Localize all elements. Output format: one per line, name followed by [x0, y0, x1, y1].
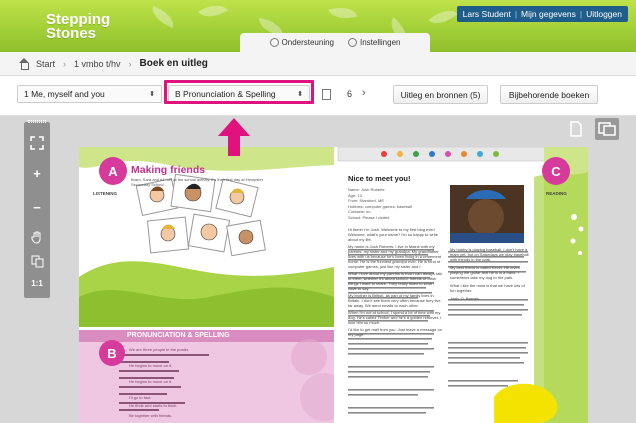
user-bar: Lars Student | Mijn gegevens | Uitloggen [456, 6, 628, 22]
section-b-line: He finds and starts to think. [129, 403, 178, 408]
section-c-badge: C [542, 157, 570, 185]
copy-icon [31, 255, 43, 267]
single-page-button[interactable] [567, 118, 585, 140]
zoom-out-button[interactable]: − [24, 196, 50, 218]
section-b-line: I'll go to fast. [129, 395, 152, 400]
minus-icon: − [33, 199, 41, 215]
hand-icon [31, 231, 41, 244]
side-paragraph: Josh: O. Barnes [450, 296, 479, 301]
breadcrumb-current: Boek en uitleg [139, 58, 208, 69]
plus-icon: + [33, 165, 41, 181]
breadcrumb: Start › 1 vmbo t/hv › Boek en uitleg [0, 52, 636, 76]
gear-icon [348, 38, 357, 47]
left-page-art [79, 147, 334, 423]
leaf-decoration [428, 3, 458, 31]
side-paragraph: My best friend is called Kevin. He loves… [450, 265, 520, 280]
app-header: Stepping Stones Lars Student | Mijn gege… [0, 0, 636, 52]
related-books-button[interactable]: Bijbehorende boeken [500, 85, 598, 104]
pan-button[interactable] [24, 226, 50, 248]
settings-label: Instellingen [360, 38, 401, 47]
section-b-line: He begins to move on it. [129, 379, 173, 384]
viewer-tools: + − 1:1 [24, 120, 50, 298]
logout-link[interactable]: Uitloggen [586, 9, 622, 19]
double-page-icon [598, 122, 616, 136]
actual-size-button[interactable]: 1:1 [24, 272, 50, 294]
article-title: Nice to meet you! [348, 174, 411, 183]
profile-line: School: Please I visited [348, 214, 390, 220]
support-icon [269, 38, 279, 47]
article-paragraph: Hi there! I'm Josh. Welcome to my first … [348, 227, 438, 242]
logo[interactable]: Stepping Stones [46, 12, 110, 42]
section-c-tag: READING [546, 191, 567, 196]
user-name-link[interactable]: Lars Student [463, 9, 511, 19]
chapter-select[interactable]: 1 Me, myself and you ⬍ [17, 85, 162, 103]
support-link[interactable]: Ondersteuning [269, 38, 334, 47]
breadcrumb-start[interactable]: Start [36, 59, 55, 69]
double-page-button[interactable] [595, 118, 619, 140]
arrow-up-icon [218, 118, 250, 156]
side-paragraph: What I like the most is that we have lot… [450, 283, 525, 293]
single-page-icon [570, 121, 582, 137]
support-label: Ondersteuning [281, 38, 334, 47]
article-body: Hi there! I'm Josh. Welcome to my first … [348, 227, 443, 405]
article-paragraph: When I'm not at school, I spend a lot of… [348, 310, 442, 325]
utility-tabs: Ondersteuning Instellingen [240, 33, 430, 52]
separator: | [514, 9, 518, 19]
section-b-line: We are three people in the poster. [129, 347, 190, 352]
section-a-intro: Bram, Sara and Ali met at the school act… [131, 177, 264, 187]
side-column: My hobby is playing baseball. I don't ha… [450, 247, 530, 397]
article-paragraph: My name is Josh Roberts. I live in Maine… [348, 244, 442, 269]
my-details-link[interactable]: Mijn gegevens [521, 9, 576, 19]
article-paragraph: I'd like to get mail from you. Just leav… [348, 327, 442, 337]
side-paragraph: My hobby is playing baseball. I don't ha… [450, 247, 529, 262]
fullscreen-button[interactable] [24, 132, 50, 154]
home-icon[interactable] [18, 57, 30, 70]
section-b-line: He begins to move on it. [129, 363, 173, 368]
book-page-left: A Making friends Bram, Sara and Ali met … [79, 147, 334, 423]
page-number: 6 [347, 89, 353, 99]
select-arrows-icon: ⬍ [149, 91, 155, 98]
chevron-right-icon: › [63, 58, 67, 69]
leaf-decoration [328, 2, 358, 24]
section-a-title: Making friends [131, 164, 206, 176]
breadcrumb-level[interactable]: 1 vmbo t/hv [74, 59, 121, 69]
grip-handle[interactable] [28, 120, 46, 123]
section-select-highlight [164, 80, 314, 104]
section-b-title: PRONUNCIATION & SPELLING [127, 332, 230, 339]
section-b-badge: B [99, 340, 125, 366]
sources-button[interactable]: Uitleg en bronnen (5) [393, 85, 488, 104]
book-page-right: C READING Nice to meet you! Name: Josh R… [334, 147, 588, 423]
leaf-decoration [198, 0, 228, 24]
expand-icon [30, 136, 44, 150]
select-button[interactable] [24, 250, 50, 272]
separator: | [579, 9, 583, 19]
next-page-icon[interactable]: › [362, 87, 366, 99]
article-paragraph: My brother is British, as part of my fam… [348, 293, 441, 308]
leaf-decoration [148, 5, 178, 29]
section-a-badge: A [99, 157, 127, 185]
section-b-line: Be together with friends. [129, 413, 173, 418]
profile-block: Name: Josh Roberts Age: 13 From: Stamfor… [348, 187, 443, 220]
logo-line2: Stones [46, 25, 97, 42]
settings-link[interactable]: Instellingen [348, 38, 400, 47]
zoom-in-button[interactable]: + [24, 162, 50, 184]
article-paragraph: What I love about my parents is that I c… [348, 271, 443, 291]
chevron-right-icon: › [128, 58, 132, 69]
section-a-tag: LISTENING [93, 191, 118, 196]
app: Stepping Stones Lars Student | Mijn gege… [0, 0, 636, 423]
chapter-select-value: 1 Me, myself and you [24, 89, 105, 99]
page-icon[interactable] [322, 89, 331, 100]
